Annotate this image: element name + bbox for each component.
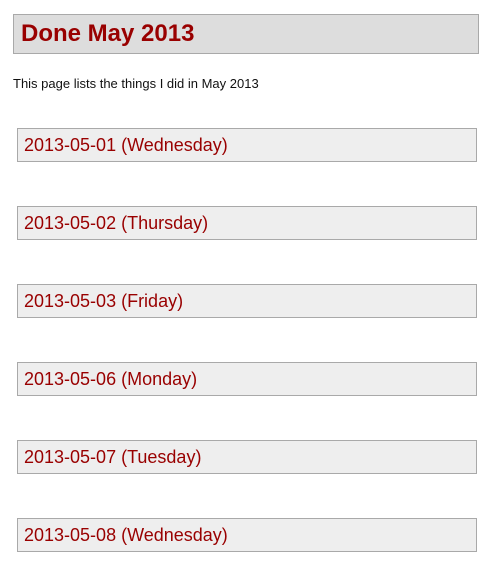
day-list: 2013-05-01 (Wednesday) 2013-05-02 (Thurs… (0, 0, 497, 570)
day-section: 2013-05-02 (Thursday) (17, 206, 477, 240)
day-section: 2013-05-06 (Monday) (17, 362, 477, 396)
day-section: 2013-05-08 (Wednesday) (17, 518, 477, 552)
day-heading: 2013-05-01 (Wednesday) (24, 135, 228, 155)
day-heading: 2013-05-08 (Wednesday) (24, 525, 228, 545)
day-heading: 2013-05-03 (Friday) (24, 291, 184, 311)
day-heading: 2013-05-07 (Tuesday) (24, 447, 202, 467)
day-section: 2013-05-01 (Wednesday) (17, 128, 477, 162)
day-heading: 2013-05-06 (Monday) (24, 369, 198, 389)
day-section: 2013-05-03 (Friday) (17, 284, 477, 318)
day-heading: 2013-05-02 (Thursday) (24, 213, 209, 233)
day-section: 2013-05-07 (Tuesday) (17, 440, 477, 474)
